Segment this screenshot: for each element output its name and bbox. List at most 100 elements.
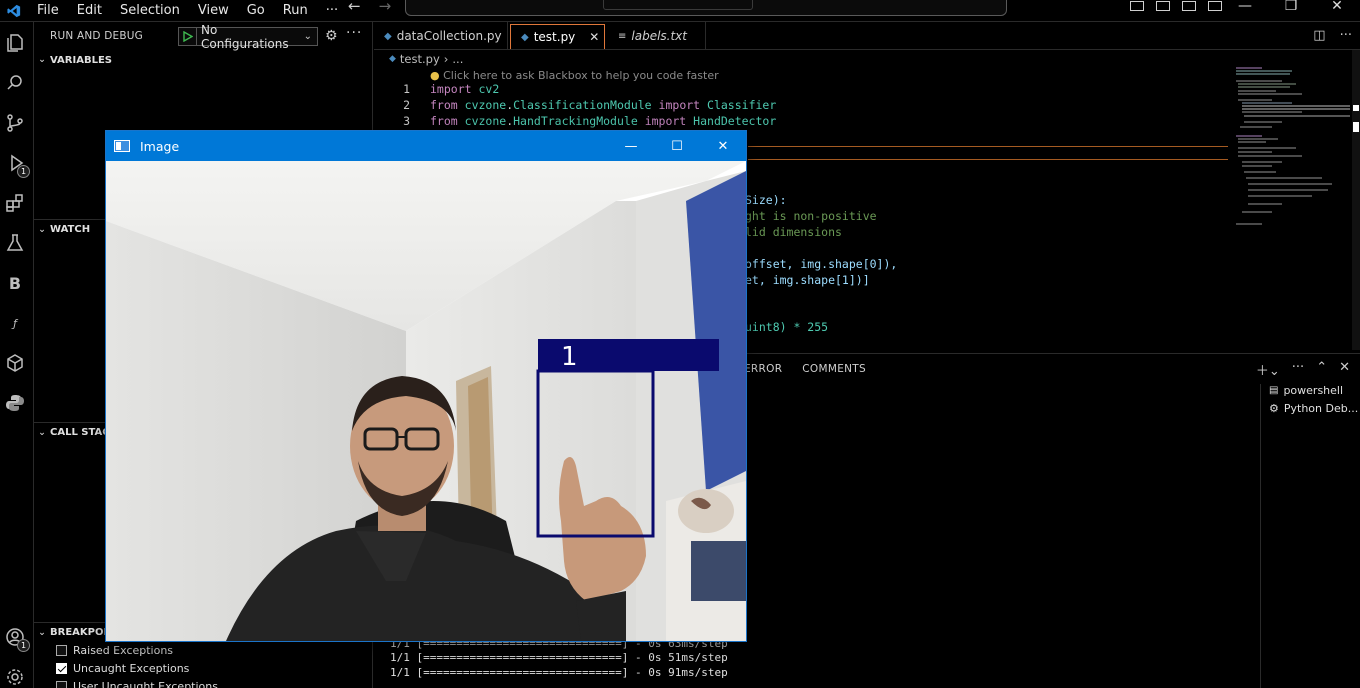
customize-layout-icon[interactable] [1208,1,1222,11]
tab-label: labels.txt [631,29,687,43]
variables-label: VARIABLES [50,54,112,66]
python-icon[interactable] [4,392,26,414]
minimize-icon[interactable]: — [1222,0,1268,13]
image-window: Image — ☐ ✕ 1 [105,130,747,642]
restore-icon[interactable]: ❐ [1268,0,1314,13]
terminal-icon: ▤ [1269,385,1279,396]
debug-toolbar[interactable] [603,0,753,10]
terminal-output-line: 1/1 [==============================] - 0… [390,666,728,679]
forward-arrow-icon[interactable]: → [379,0,392,14]
back-arrow-icon[interactable]: ← [348,0,361,14]
blackbox-icon[interactable]: B [4,272,26,294]
image-window-titlebar[interactable]: Image — ☐ ✕ [106,131,746,161]
menu-bar: File Edit Selection View Go Run ··· [28,3,347,18]
menu-edit[interactable]: Edit [68,3,111,18]
editor-tabs: ◆ dataCollection.py ◆ test.py ✕ ≡ labels… [374,22,1360,50]
explorer-icon[interactable] [4,32,26,54]
manage-gear-icon[interactable] [4,666,26,688]
breakpoint-uncaught-exceptions[interactable]: Uncaught Exceptions [56,659,189,677]
terminal-item-python-debug[interactable]: ⚙ Python Deb... [1269,402,1358,415]
new-terminal-icon[interactable]: ＋⌄ [1256,360,1280,379]
menu-file[interactable]: File [28,3,68,18]
breakpoint-user-uncaught-exceptions[interactable]: User Uncaught Exceptions [56,677,218,688]
watch-label: WATCH [50,224,91,235]
code-fragment: offset, img.shape[0]), [745,257,898,271]
settings-gear-icon[interactable]: ⚙ [325,28,338,44]
close-icon[interactable]: ✕ [700,131,746,161]
camera-feed: 1 [106,161,746,641]
more-actions-icon[interactable]: ··· [346,25,362,41]
more-actions-icon[interactable]: ··· [1292,360,1304,379]
lightbulb-icon: ● [430,69,440,82]
code-fragment: et, img.shape[1])] [745,273,870,287]
tab-labels[interactable]: ≡ labels.txt [608,22,706,50]
breadcrumb-rest[interactable]: ... [452,52,463,66]
extensions-icon[interactable] [4,192,26,214]
variables-section-header[interactable]: ⌄ VARIABLES [34,50,372,70]
maximize-panel-icon[interactable]: ⌃ [1316,360,1327,379]
close-tab-icon[interactable]: ✕ [589,30,599,44]
toggle-panel-icon[interactable] [1156,1,1170,11]
toggle-sidebar-icon[interactable] [1130,1,1144,11]
debug-badge: 1 [17,165,30,178]
terminal-label: powershell [1283,384,1344,397]
breadcrumb: ◆ test.py › ... [389,52,463,66]
breakpoint-label: User Uncaught Exceptions [73,679,218,688]
menu-view[interactable]: View [189,3,238,18]
tab-comments[interactable]: COMMENTS [802,363,866,375]
menu-go[interactable]: Go [238,3,274,18]
debug-config-select[interactable]: No Configurations ⌄ [178,23,318,51]
panel-actions: ＋⌄ ··· ⌃ ✕ [1256,360,1350,379]
cube-icon[interactable] [4,352,26,374]
code-line: from cvzone.HandTrackingModule import Ha… [430,114,777,128]
accounts-badge: 1 [17,639,30,652]
chevron-down-icon: ⌄ [38,427,46,438]
breakpoint-raised-exceptions[interactable]: Raised Exceptions [56,641,173,659]
panel-tabs: ERROR COMMENTS [744,363,866,375]
blackbox-hint[interactable]: ● Click here to ask Blackbox to help you… [430,69,719,82]
close-panel-icon[interactable]: ✕ [1339,360,1350,379]
start-debugging-icon[interactable] [179,28,197,45]
code-fragment: lid dimensions [745,225,842,239]
python-file-icon: ◆ [384,30,392,42]
vscode-logo-icon [0,0,28,22]
terminal-label: Python Deb... [1283,402,1359,415]
image-window-title: Image [140,138,180,154]
more-actions-icon[interactable]: ··· [1340,28,1352,43]
maximize-icon[interactable]: ☐ [654,131,700,161]
code-fragment: uint8) * 255 [745,320,829,334]
split-editor-icon[interactable]: ◫ [1313,28,1325,43]
tab-datacollection[interactable]: ◆ dataCollection.py [374,22,508,50]
breakpoint-label: Raised Exceptions [73,643,174,657]
menu-more[interactable]: ··· [317,3,347,18]
breadcrumb-file[interactable]: test.py [400,52,440,66]
debug-gear-icon: ⚙ [1269,402,1279,415]
toggle-secondary-sidebar-icon[interactable] [1182,1,1196,11]
function-icon[interactable]: ƒ [4,312,26,334]
menu-run[interactable]: Run [274,3,317,18]
minimap[interactable] [1232,64,1350,234]
diff-marker [748,146,1228,147]
text-file-icon: ≡ [618,30,627,42]
chevron-down-icon: ⌄ [303,31,312,42]
run-debug-icon[interactable]: 1 [4,152,30,178]
checkbox-checked[interactable] [56,662,67,674]
minimize-icon[interactable]: — [608,131,654,161]
chevron-right-icon: › [443,52,449,66]
checkbox[interactable] [56,680,67,688]
breakpoint-label: Uncaught Exceptions [73,661,190,675]
checkbox[interactable] [56,644,67,656]
terminal-item-powershell[interactable]: ▤ powershell [1269,384,1343,397]
tab-test[interactable]: ◆ test.py ✕ [510,24,605,49]
code-fragment: ght is non-positive [745,209,877,223]
search-icon[interactable] [4,72,26,94]
editor-scrollbar[interactable] [1352,50,1360,350]
tab-error[interactable]: ERROR [744,363,782,375]
source-control-icon[interactable] [4,112,26,134]
menu-selection[interactable]: Selection [111,3,189,18]
code-line: import cv2 [430,82,500,96]
accounts-icon[interactable]: 1 [4,626,30,652]
close-icon[interactable]: ✕ [1314,0,1360,13]
testing-icon[interactable] [4,232,26,254]
tab-label: test.py [533,30,576,44]
